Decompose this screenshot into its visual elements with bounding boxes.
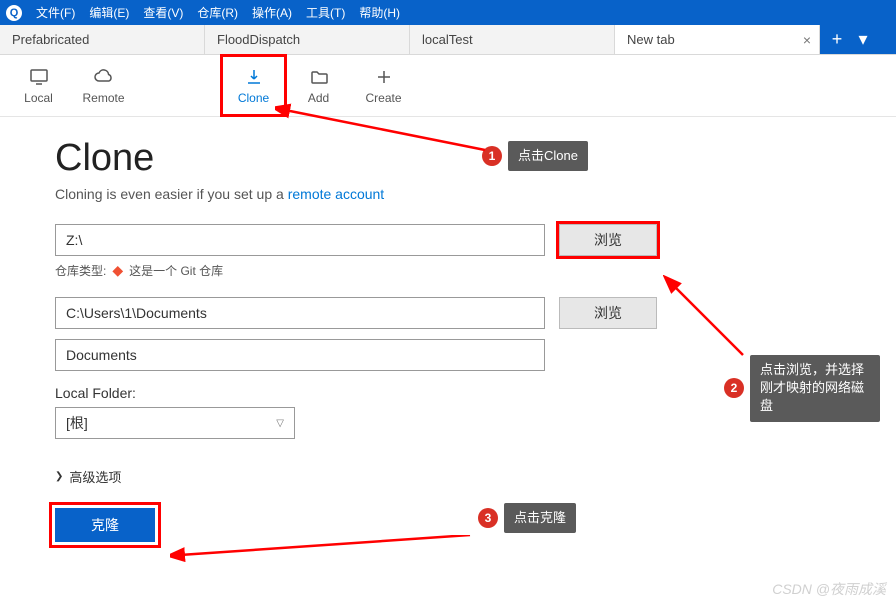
local-folder-select[interactable]: [根] ▽ (55, 407, 295, 439)
name-input[interactable] (55, 339, 545, 371)
tool-add[interactable]: Add (286, 55, 351, 116)
cloud-icon (94, 67, 114, 87)
menu-repo[interactable]: 仓库(R) (197, 4, 238, 21)
watermark: CSDN @夜雨成溪 (772, 579, 886, 599)
local-folder-label: Local Folder: (55, 385, 841, 401)
menu-file[interactable]: 文件(F) (36, 4, 75, 21)
folder-icon (309, 67, 329, 87)
tab-new[interactable]: New tab × (615, 25, 820, 54)
tool-remote[interactable]: Remote (71, 55, 136, 116)
toolbar: Local Remote Clone Add Create (0, 55, 896, 117)
tab-bar: Prefabricated FloodDispatch localTest Ne… (0, 25, 896, 55)
menu-bar: Q 文件(F) 编辑(E) 查看(V) 仓库(R) 操作(A) 工具(T) 帮助… (0, 0, 896, 25)
tool-clone[interactable]: Clone (221, 55, 286, 116)
monitor-icon (29, 67, 49, 87)
git-icon: ◆ (112, 262, 123, 279)
remote-account-link[interactable]: remote account (288, 186, 385, 202)
clone-button[interactable]: 克隆 (55, 508, 155, 542)
download-icon (244, 67, 264, 87)
app-logo: Q (6, 5, 22, 21)
subtitle: Cloning is even easier if you set up a r… (55, 186, 841, 202)
repo-type: 仓库类型: ◆ 这是一个 Git 仓库 (55, 262, 841, 279)
close-icon[interactable]: × (803, 32, 811, 48)
tool-local[interactable]: Local (6, 55, 71, 116)
source-path-input[interactable] (55, 224, 545, 256)
tab-localtest[interactable]: localTest (410, 25, 615, 54)
chevron-right-icon: ❯ (55, 471, 63, 482)
menu-tools[interactable]: 工具(T) (306, 4, 345, 21)
content: Clone Cloning is even easier if you set … (0, 117, 896, 562)
menu-action[interactable]: 操作(A) (252, 4, 292, 21)
page-title: Clone (55, 137, 841, 180)
add-tab-button[interactable]: + (826, 29, 848, 50)
tab-menu-button[interactable]: ▾ (852, 29, 874, 50)
tab-actions: + ▾ (820, 25, 896, 54)
plus-icon (374, 67, 394, 87)
tool-create[interactable]: Create (351, 55, 416, 116)
chevron-down-icon: ▽ (276, 418, 284, 429)
dest-path-input[interactable] (55, 297, 545, 329)
browse-dest-button[interactable]: 浏览 (559, 297, 657, 329)
advanced-options[interactable]: ❯ 高级选项 (55, 467, 841, 486)
menu-help[interactable]: 帮助(H) (359, 4, 400, 21)
tab-prefabricated[interactable]: Prefabricated (0, 25, 205, 54)
menu-edit[interactable]: 编辑(E) (89, 4, 129, 21)
browse-source-button[interactable]: 浏览 (559, 224, 657, 256)
tab-flooddispatch[interactable]: FloodDispatch (205, 25, 410, 54)
menu-view[interactable]: 查看(V) (143, 4, 183, 21)
